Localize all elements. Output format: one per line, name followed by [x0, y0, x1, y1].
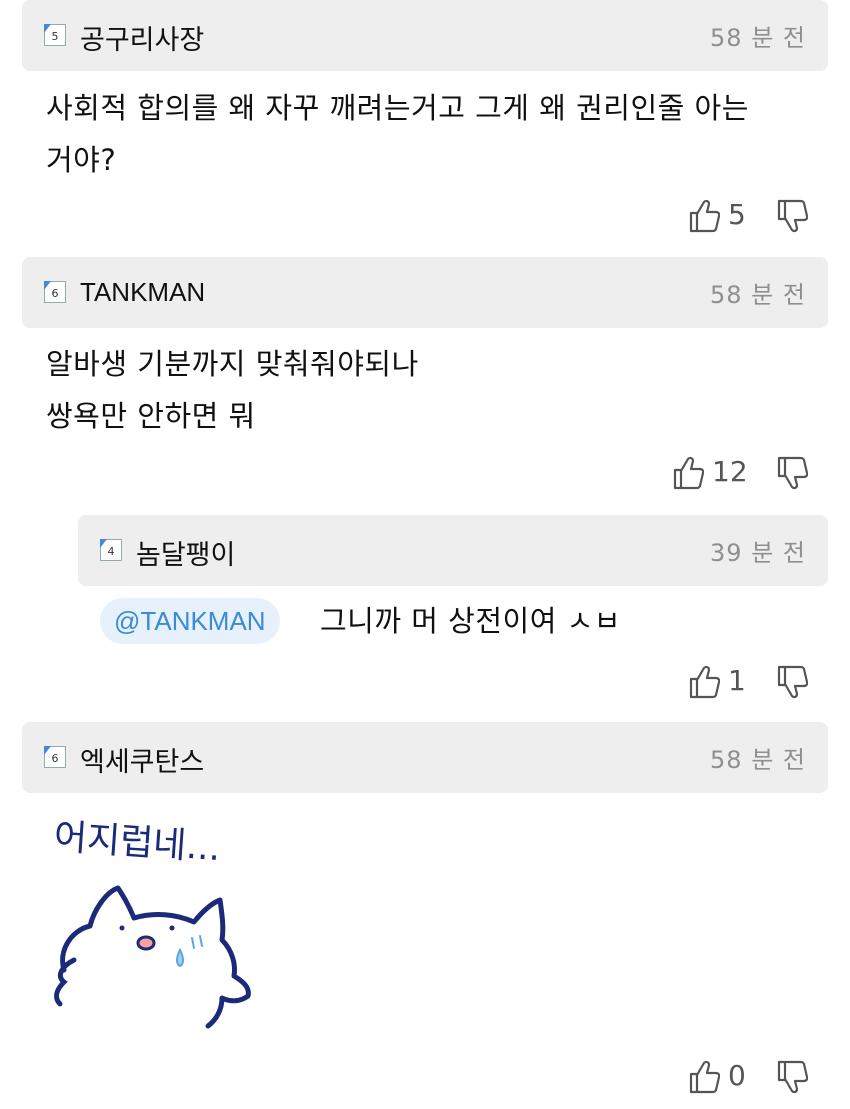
timestamp: 58 분 전 [710, 281, 806, 309]
level-badge-icon: 4 [100, 539, 122, 561]
thumbs-down-icon [777, 199, 808, 233]
comment-text: 그니까 머 상전이여 ㅅㅂ [320, 604, 621, 638]
dislike-button[interactable] [776, 662, 808, 702]
timestamp: 39 분 전 [710, 539, 806, 567]
like-button[interactable]: 12 [672, 453, 748, 493]
thumbs-down-icon [777, 665, 808, 699]
like-button[interactable]: 1 [688, 662, 748, 702]
level-badge-icon: 6 [44, 281, 66, 303]
thumbs-down-icon [777, 456, 808, 490]
like-count: 1 [728, 664, 746, 697]
timestamp: 58 분 전 [710, 24, 806, 52]
dislike-button[interactable] [776, 453, 808, 493]
username[interactable]: 놈달팽이 [136, 533, 235, 572]
dislike-button[interactable] [776, 196, 808, 236]
like-button[interactable]: 0 [688, 1057, 748, 1097]
like-count: 12 [712, 455, 748, 488]
svg-text:4: 4 [108, 545, 115, 558]
like-count: 0 [728, 1059, 746, 1092]
thumbs-up-icon [689, 665, 720, 699]
thumbs-up-icon [689, 1060, 720, 1094]
dislike-button[interactable] [776, 1057, 808, 1097]
thumbs-down-icon [777, 1060, 808, 1094]
level-badge-icon: 5 [44, 24, 66, 46]
comment-header: 6 엑세쿠탄스 58 분 전 [22, 722, 828, 793]
comment-header: 4 놈달팽이 39 분 전 [78, 515, 828, 586]
comment-text: 사회적 합의를 왜 자꾸 깨려는거고 그게 왜 권리인줄 아는 거야? [46, 91, 749, 177]
dizzy-cat-sticker: 어지럽네... [46, 810, 286, 1040]
level-badge-icon: 6 [44, 746, 66, 768]
like-count: 5 [728, 198, 746, 231]
svg-text:6: 6 [52, 287, 59, 300]
sticker-text: 어지럽네... [53, 817, 222, 870]
username[interactable]: 공구리사장 [80, 18, 204, 57]
svg-text:5: 5 [52, 30, 59, 43]
thumbs-up-icon [689, 199, 720, 233]
comment-header: 5 공구리사장 58 분 전 [22, 0, 828, 71]
like-button[interactable]: 5 [688, 196, 748, 236]
username[interactable]: 엑세쿠탄스 [80, 740, 204, 779]
svg-text:6: 6 [52, 752, 59, 765]
timestamp: 58 분 전 [710, 746, 806, 774]
username[interactable]: TANKMAN [80, 277, 205, 308]
comment-text: 알바생 기분까지 맞춰줘야되나 쌍욕만 안하면 뭐 [46, 347, 419, 433]
mention-tag[interactable]: @TANKMAN [100, 598, 280, 644]
comment-header: 6 TANKMAN 58 분 전 [22, 257, 828, 328]
thumbs-up-icon [673, 456, 704, 490]
